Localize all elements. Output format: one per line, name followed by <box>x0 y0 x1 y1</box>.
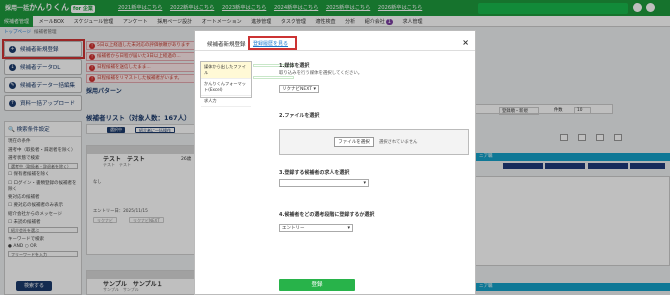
choose-file-button[interactable]: ファイルを選択 <box>334 137 374 147</box>
step4-title: 4.候補者をどの選考段階に登録するか選択 <box>279 212 375 218</box>
dropdown-option-kyujinryoku[interactable]: 求人力 <box>201 96 251 107</box>
new-candidate-modal: 候補者新規登録 登録履歴を見る × 媒体から出したファイル かんりくんフォーマッ… <box>194 30 476 295</box>
step3-title: 3.登録する候補者の求人を選択 <box>279 170 350 176</box>
stage-select[interactable]: エントリー <box>279 224 353 232</box>
highlight-history-link <box>248 36 297 50</box>
close-icon[interactable]: × <box>462 38 469 47</box>
dropdown-option-excel[interactable]: かんりくんフォーマット(Excel) <box>201 79 251 96</box>
step1-note: 取り込みを行う媒体を選択してください。 <box>279 71 363 76</box>
step2-title: 2.ファイルを選択 <box>279 113 320 119</box>
modal-divider <box>195 50 475 51</box>
progress-bar-2 <box>253 76 294 79</box>
modal-title: 候補者新規登録 <box>207 42 246 48</box>
dropdown-option-media-file[interactable]: 媒体から出したファイル <box>201 62 251 79</box>
step1-title: 1.媒体を選択 <box>279 63 310 69</box>
job-select[interactable] <box>279 179 369 187</box>
file-status: 選択されていません <box>379 140 418 145</box>
media-select[interactable]: リクナビNEXT <box>279 85 319 93</box>
register-button[interactable]: 登録 <box>279 279 355 291</box>
media-dropdown-list: 媒体から出したファイル かんりくんフォーマット(Excel) 求人力 <box>200 61 252 107</box>
file-drop-area[interactable]: ファイルを選択 選択されていません <box>279 129 469 155</box>
